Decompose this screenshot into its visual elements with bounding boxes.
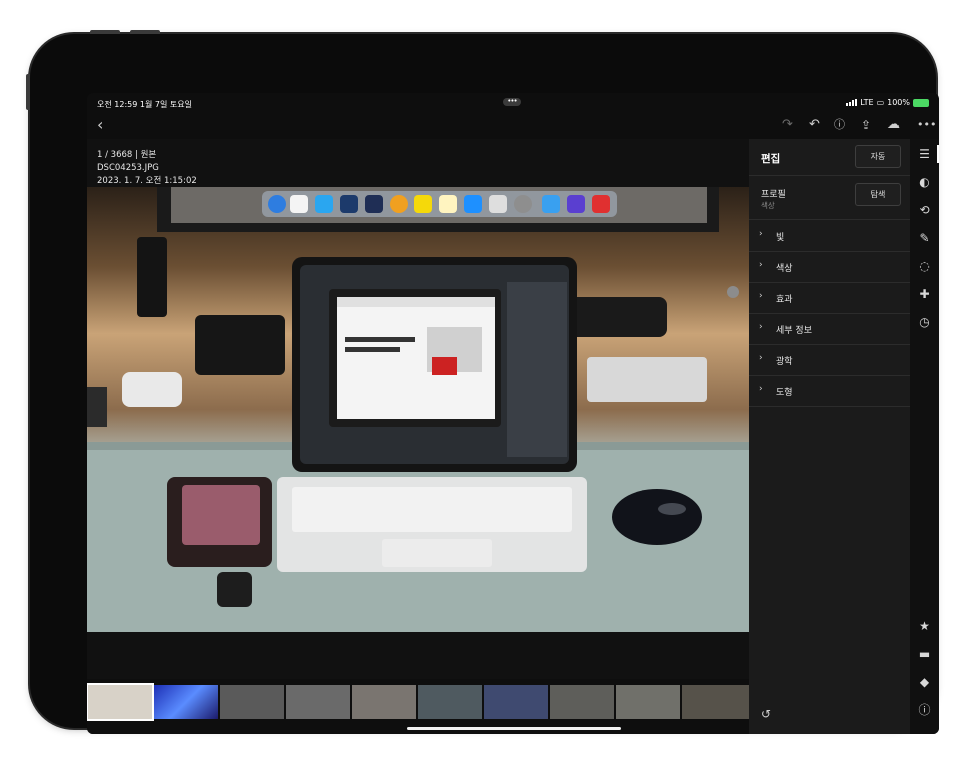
- more-icon[interactable]: •••: [917, 116, 936, 134]
- edit-panel-title: 편집: [761, 153, 781, 165]
- profile-label: 프로필: [761, 190, 786, 200]
- chevron-right-icon: ›: [759, 353, 763, 363]
- section-optics[interactable]: › 광학: [749, 344, 910, 376]
- home-indicator[interactable]: [407, 727, 621, 730]
- history-icon[interactable]: ◷: [910, 315, 939, 329]
- section-light[interactable]: › 빛: [749, 220, 910, 252]
- battery-icon: [913, 98, 929, 107]
- chevron-right-icon: ›: [759, 229, 763, 239]
- section-effects[interactable]: › 효과: [749, 282, 910, 314]
- filmstrip-thumb[interactable]: [550, 685, 614, 719]
- top-toolbar: ‹ ↷ ↶ ⓘ ⇪ ☁ •••: [87, 113, 939, 139]
- crop-icon[interactable]: ⟲: [910, 203, 939, 217]
- brush-icon[interactable]: ✎: [910, 231, 939, 245]
- share-icon[interactable]: ⇪: [861, 116, 871, 134]
- reset-icon[interactable]: ↺: [761, 707, 771, 721]
- profile-row: 프로필 색상 탐색: [749, 175, 910, 220]
- filmstrip-thumb[interactable]: [87, 683, 154, 721]
- battery-label: 100%: [887, 98, 910, 107]
- section-geometry[interactable]: › 도형: [749, 375, 910, 407]
- screen: 오전 12:59 1월 7일 토요일 ••• LTE ▭ 100% ‹ ↷ ↶ …: [87, 93, 939, 734]
- help-icon[interactable]: ⓘ: [834, 116, 845, 134]
- filmstrip-thumb[interactable]: [352, 685, 416, 719]
- edit-panel: 편집 자동 프로필 색상 탐색 › 빛 › 색상 › 효과 › 세부 정보 › 광학 › 도…: [749, 139, 910, 734]
- chevron-right-icon: ›: [759, 384, 763, 394]
- tag-icon[interactable]: ◆: [910, 675, 939, 689]
- filmstrip-thumb[interactable]: [154, 685, 218, 719]
- right-rail: ☰ ◐ ⟲ ✎ ◌ ✚ ◷ ★ ▬ ◆ ⓘ: [910, 139, 939, 734]
- filmstrip-thumb[interactable]: [616, 685, 680, 719]
- filmstrip-thumb[interactable]: [286, 685, 350, 719]
- photo-area[interactable]: 1 / 3668 | 원본 DSC04253.JPG 2023. 1. 7. 오…: [87, 139, 749, 679]
- photo-filename: DSC04253.JPG: [97, 163, 159, 173]
- edit-panel-header: 편집 자동: [749, 139, 910, 176]
- section-color[interactable]: › 색상: [749, 251, 910, 283]
- auto-button[interactable]: 자동: [855, 145, 901, 168]
- presets-icon[interactable]: ◐: [910, 175, 939, 189]
- photo-index: 1 / 3668 | 원본: [97, 150, 157, 160]
- filmstrip-thumb[interactable]: [484, 685, 548, 719]
- main-photo[interactable]: [87, 187, 749, 632]
- comment-icon[interactable]: ▬: [910, 647, 939, 661]
- chevron-left-icon[interactable]: ‹: [97, 116, 103, 134]
- section-detail[interactable]: › 세부 정보: [749, 313, 910, 345]
- status-bar: 오전 12:59 1월 7일 토요일 ••• LTE ▭ 100%: [87, 93, 939, 113]
- photo-info: 1 / 3668 | 원본 DSC04253.JPG 2023. 1. 7. 오…: [97, 149, 197, 188]
- filmstrip-thumb[interactable]: [220, 685, 284, 719]
- chevron-right-icon: ›: [759, 291, 763, 301]
- cast-icon: ▭: [876, 98, 885, 107]
- info-icon[interactable]: ⓘ: [910, 703, 939, 717]
- signal-icon: [846, 99, 858, 106]
- chevron-right-icon: ›: [759, 322, 763, 332]
- ipad-frame: 오전 12:59 1월 7일 토요일 ••• LTE ▭ 100% ‹ ↷ ↶ …: [26, 30, 939, 734]
- star-icon[interactable]: ★: [910, 619, 939, 633]
- heal-icon[interactable]: ✚: [910, 287, 939, 301]
- top-button: [130, 30, 160, 34]
- top-button: [90, 30, 120, 34]
- filmstrip-thumb[interactable]: [682, 685, 749, 719]
- network-label: LTE: [860, 98, 874, 107]
- profile-value: 색상: [761, 201, 775, 210]
- status-time: 오전 12:59 1월 7일 토요일: [97, 100, 192, 109]
- filmstrip-thumb[interactable]: [418, 685, 482, 719]
- redo-icon[interactable]: ↷: [782, 116, 793, 134]
- chevron-right-icon: ›: [759, 260, 763, 270]
- multitask-dots[interactable]: •••: [503, 98, 521, 106]
- sliders-icon[interactable]: ☰: [910, 147, 939, 161]
- browse-button[interactable]: 탐색: [855, 183, 901, 206]
- status-right: LTE ▭ 100%: [846, 98, 929, 107]
- undo-icon[interactable]: ↶: [809, 116, 820, 134]
- filmstrip: [87, 679, 749, 734]
- mask-icon[interactable]: ◌: [910, 259, 939, 273]
- cloud-sync-icon[interactable]: ☁: [887, 116, 900, 134]
- side-button: [26, 74, 30, 110]
